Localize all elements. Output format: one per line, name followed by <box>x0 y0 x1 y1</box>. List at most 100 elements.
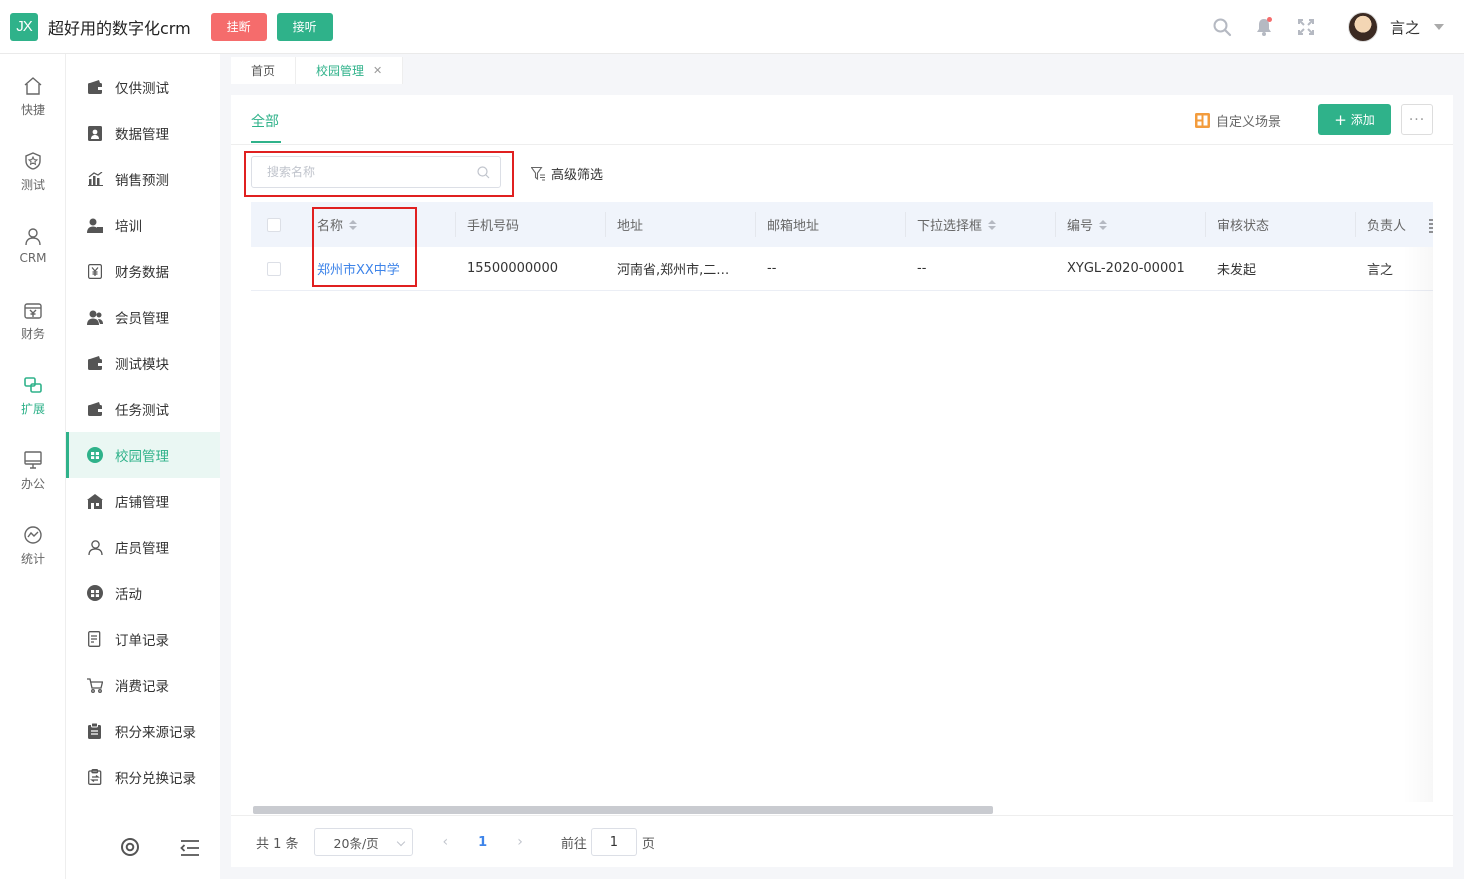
submenu-item-shop-management[interactable]: 店铺管理 <box>66 478 220 524</box>
close-icon[interactable]: ✕ <box>373 64 382 77</box>
submenu-label: 仅供测试 <box>115 81 169 97</box>
nav-label: 财务 <box>20 327 45 341</box>
more-options-button[interactable]: ··· <box>1401 104 1433 135</box>
column-label: 手机号码 <box>467 219 520 234</box>
user-name[interactable]: 言之 <box>1390 17 1420 38</box>
submenu-item-points-exchange-records[interactable]: 积分兑换记录 <box>66 754 220 800</box>
scene-tab-indicator <box>251 141 281 143</box>
column-header-address: 地址 <box>617 202 643 247</box>
submenu-item-test-only[interactable]: 仅供测试 <box>66 64 220 110</box>
nav-item-quick[interactable]: 快捷 <box>0 76 66 136</box>
settings-icon[interactable] <box>120 837 140 861</box>
table-header: 名称 手机号码 地址 邮箱地址 下拉选择框 编号 审核状态 负责人 <box>251 202 1433 247</box>
column-header-email: 邮箱地址 <box>767 202 819 247</box>
shield-star-icon <box>25 152 41 170</box>
current-page[interactable]: 1 <box>478 835 487 850</box>
nav-item-extend[interactable]: 扩展 <box>0 375 66 435</box>
column-header-phone: 手机号码 <box>467 202 519 247</box>
submenu-item-consumption-records[interactable]: 消费记录 <box>66 662 220 708</box>
submenu-item-order-records[interactable]: 订单记录 <box>66 616 220 662</box>
advanced-filter-button[interactable]: 高级筛选 <box>531 164 603 183</box>
search-icon[interactable] <box>1212 17 1232 37</box>
custom-scene-button[interactable]: 自定义场景 <box>1195 111 1281 130</box>
name-column-highlight-box <box>312 207 417 287</box>
nav-label: 扩展 <box>20 402 45 416</box>
submenu-item-test-module[interactable]: 测试模块 <box>66 340 220 386</box>
nav-label: 办公 <box>20 477 45 491</box>
submenu-item-staff-management[interactable]: 店员管理 <box>66 524 220 570</box>
row-checkbox[interactable] <box>267 261 281 276</box>
submenu-item-training[interactable]: 培训 <box>66 202 220 248</box>
main-panel: 全部 自定义场景 + 添加 ··· 高级筛选 名称 手机号码 地址 邮箱地址 下… <box>231 95 1453 867</box>
submenu-item-activity[interactable]: 活动 <box>66 570 220 616</box>
fullscreen-icon[interactable] <box>1296 17 1316 37</box>
tab-campus-management[interactable]: 校园管理 ✕ <box>296 57 404 84</box>
nav-item-test[interactable]: 测试 <box>0 151 66 211</box>
page-size-select[interactable]: 20条/页 <box>313 828 413 856</box>
column-header-dropdown[interactable]: 下拉选择框 <box>917 202 997 247</box>
column-label: 编号 <box>1067 219 1094 234</box>
submenu-item-sales-forecast[interactable]: 销售预测 <box>66 156 220 202</box>
add-button[interactable]: + 添加 <box>1318 104 1391 135</box>
exchange-icon <box>87 769 103 785</box>
column-label: 地址 <box>617 219 644 234</box>
nav-item-finance[interactable]: 财务 <box>0 300 66 360</box>
horizontal-scrollbar[interactable] <box>253 806 993 814</box>
wallet-icon <box>87 79 103 95</box>
column-label: 邮箱地址 <box>767 219 820 234</box>
submenu-item-points-source-records[interactable]: 积分来源记录 <box>66 708 220 754</box>
contact-card-icon <box>87 125 103 141</box>
table-row[interactable]: 郑州市XX中学 15500000000 河南省,郑州市,二… -- -- XYG… <box>251 247 1433 291</box>
page-unit-label: 页 <box>641 836 655 852</box>
submenu-label: 积分兑换记录 <box>115 771 196 787</box>
cart-icon <box>87 677 103 693</box>
sort-icon[interactable] <box>988 219 997 230</box>
submenu-label: 积分来源记录 <box>115 725 196 741</box>
chevron-down-icon[interactable] <box>1434 24 1444 30</box>
avatar[interactable] <box>1347 12 1378 42</box>
nav-item-stats[interactable]: 统计 <box>0 525 66 585</box>
staff-icon <box>87 539 103 555</box>
search-input[interactable] <box>267 165 477 179</box>
hang-up-button[interactable]: 挂断 <box>210 12 267 41</box>
goto-page-input[interactable]: 1 <box>590 828 637 856</box>
nav-item-crm[interactable]: CRM <box>0 226 66 286</box>
submenu-item-task-test[interactable]: 任务测试 <box>66 386 220 432</box>
submenu-item-data-management[interactable]: 数据管理 <box>66 110 220 156</box>
nav-item-office[interactable]: 办公 <box>0 450 66 510</box>
bell-icon[interactable] <box>1254 17 1274 37</box>
prev-page-button[interactable]: ‹ <box>443 834 449 850</box>
submenu-item-member-management[interactable]: 会员管理 <box>66 294 220 340</box>
submenu-item-campus-management[interactable]: 校园管理 <box>66 432 220 478</box>
layout-grid-icon <box>1195 113 1210 128</box>
scene-tab-all[interactable]: 全部 <box>251 111 279 131</box>
advanced-filter-label: 高级筛选 <box>551 168 604 183</box>
add-label: 添加 <box>1350 113 1375 127</box>
submenu-label: 任务测试 <box>115 403 169 419</box>
nav-label: 统计 <box>20 552 45 566</box>
campus-icon <box>87 447 103 463</box>
sort-icon[interactable] <box>1099 219 1108 230</box>
answer-button[interactable]: 接听 <box>276 12 333 41</box>
divider <box>231 144 1453 145</box>
collapse-menu-icon[interactable] <box>180 839 200 861</box>
submenu-label: 活动 <box>115 587 142 603</box>
search-field[interactable] <box>251 156 501 188</box>
search-icon[interactable] <box>477 165 490 179</box>
table-cell: 未发起 <box>1217 263 1257 278</box>
nav-label: 快捷 <box>20 103 45 117</box>
submenu-label: 数据管理 <box>115 127 169 143</box>
submenu-item-finance-data[interactable]: 财务数据 <box>66 248 220 294</box>
column-header-code[interactable]: 编号 <box>1067 202 1108 247</box>
top-header: JX 超好用的数字化crm 挂断 接听 言之 <box>0 0 1464 54</box>
next-page-button[interactable]: › <box>517 834 523 850</box>
person-icon <box>25 228 41 246</box>
divider <box>231 815 1453 816</box>
select-all-checkbox[interactable] <box>267 217 281 232</box>
table-cell: XYGL-2020-00001 <box>1067 261 1185 276</box>
monitor-icon <box>24 451 42 469</box>
wallet-icon <box>87 401 103 417</box>
column-settings-icon[interactable] <box>1421 210 1433 240</box>
pagination: 共 1 条 20条/页 ‹ 1 › 前往 1 页 <box>256 828 655 856</box>
tab-home[interactable]: 首页 <box>231 57 297 84</box>
